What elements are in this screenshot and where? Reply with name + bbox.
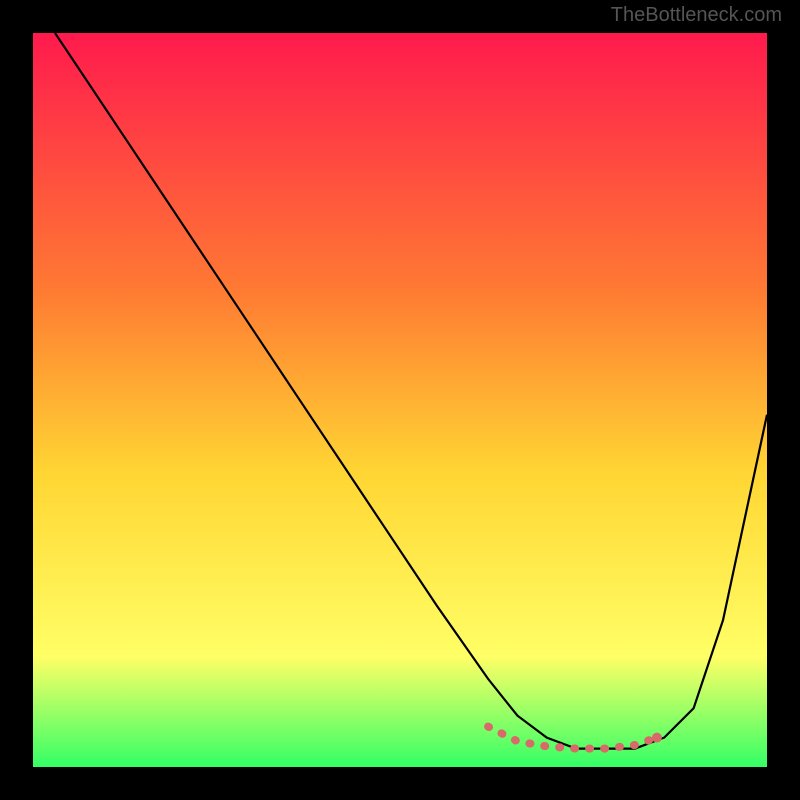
gradient-rect	[33, 33, 767, 767]
highlight-end-dot	[652, 733, 662, 743]
chart-svg	[33, 33, 767, 767]
chart-plot-area	[33, 33, 767, 767]
watermark-text: TheBottleneck.com	[611, 4, 782, 27]
